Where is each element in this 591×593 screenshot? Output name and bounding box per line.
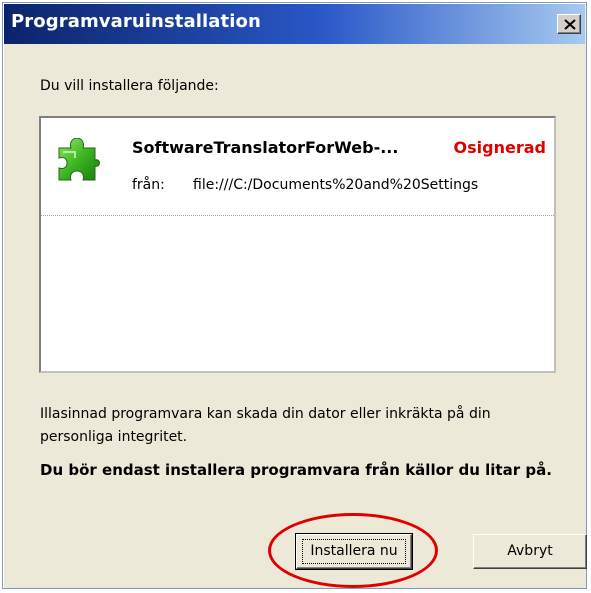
close-button[interactable] [557, 14, 581, 34]
item-name: SoftwareTranslatorForWeb-... [132, 138, 399, 157]
warning-text: Illasinnad programvara kan skada din dat… [40, 406, 491, 445]
source-url: file:///C:/Documents%20and%20Settings [193, 177, 479, 193]
list-item[interactable]: SoftwareTranslatorForWeb-... Osignerad f… [41, 118, 554, 216]
from-label: från: [132, 177, 165, 193]
cancel-button[interactable]: Avbryt [473, 534, 587, 569]
cancel-label: Avbryt [507, 543, 553, 559]
status-badge: Osignerad [453, 138, 546, 157]
puzzle-piece-icon [58, 138, 100, 181]
close-icon [564, 19, 576, 30]
window-title: Programvaruinstallation [11, 11, 261, 32]
intro-text: Du vill installera följande: [40, 78, 219, 94]
install-now-button[interactable]: Installera nu [295, 533, 413, 570]
title-bar[interactable]: Programvaruinstallation [4, 4, 585, 44]
advice-text: Du bör endast installera programvara frå… [40, 461, 552, 479]
install-now-label: Installera nu [310, 543, 398, 559]
install-list[interactable]: SoftwareTranslatorForWeb-... Osignerad f… [39, 116, 556, 373]
install-dialog: Programvaruinstallation Du vill installe… [2, 2, 587, 589]
